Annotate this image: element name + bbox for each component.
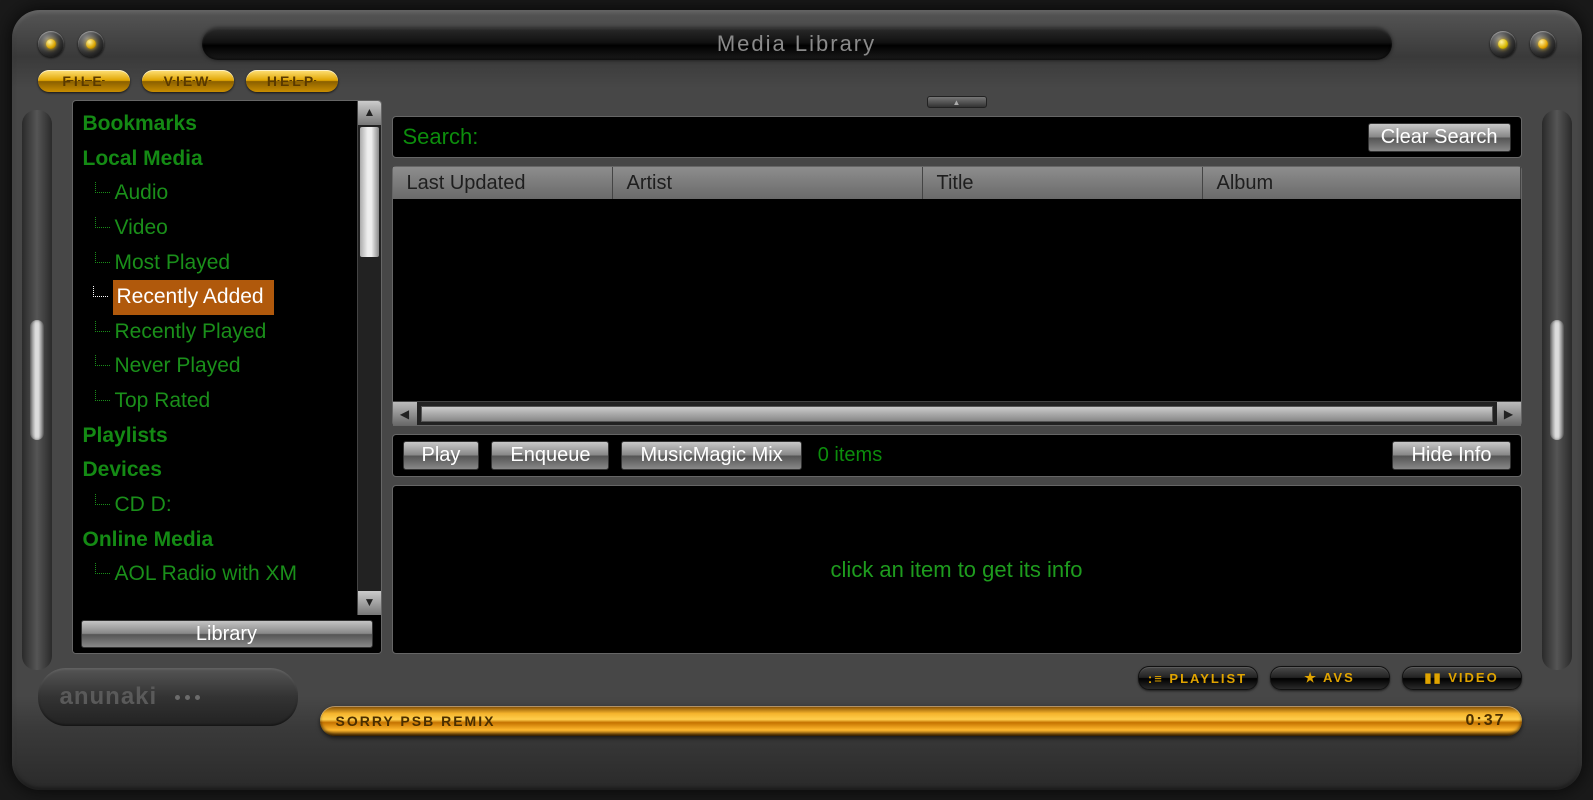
search-input[interactable] [488,117,1357,157]
tree-local-media[interactable]: Local Media [77,142,377,177]
right-grip [1542,110,1572,670]
search-panel: Search: Clear Search [392,116,1522,158]
media-library-window: Media Library FILE VIEW HELP Bookmarks L… [12,10,1582,790]
brand-lozenge: anunaki [38,668,298,726]
hscroll-track[interactable] [421,406,1493,422]
nav-tree: Bookmarks Local Media Audio Video Most P… [73,101,381,615]
col-title[interactable]: Title [923,167,1203,199]
action-row: Play Enqueue MusicMagic Mix 0 items Hide… [392,434,1522,477]
hscroll-left-icon[interactable]: ◀ [393,402,417,426]
info-panel: click an item to get its info [392,485,1522,654]
info-hint: click an item to get its info [831,557,1083,583]
titlebar-button-2[interactable] [78,31,104,57]
brand-label: anunaki [60,683,158,711]
tree-audio[interactable]: Audio [77,176,377,211]
search-label: Search: [403,124,479,150]
window-title: Media Library [717,31,876,57]
tree-recently-added[interactable]: Recently Added [113,280,274,315]
clear-search-button[interactable]: Clear Search [1368,123,1511,152]
menu-view[interactable]: VIEW [142,70,234,92]
now-playing-title: SORRY PSB REMIX [336,713,496,729]
col-last-updated[interactable]: Last Updated [393,167,613,199]
minimize-button[interactable] [1490,31,1516,57]
scroll-down-icon[interactable]: ▼ [358,591,381,615]
col-album[interactable]: Album [1203,167,1521,199]
titlebar: Media Library [30,22,1564,66]
hide-info-button[interactable]: Hide Info [1392,441,1510,470]
tree-bookmarks[interactable]: Bookmarks [77,107,377,142]
window-title-pill: Media Library [202,28,1392,60]
titlebar-button-1[interactable] [38,31,64,57]
item-count: 0 items [818,444,882,467]
scroll-up-icon[interactable]: ▲ [358,101,381,125]
playlist-tab[interactable]: :≡ PLAYLIST [1138,666,1258,690]
horizontal-scrollbar[interactable]: ◀ ▶ [393,401,1521,425]
tree-scrollbar[interactable]: ▲ ▼ [357,101,381,615]
close-button[interactable] [1530,31,1556,57]
tree-online-media[interactable]: Online Media [77,523,377,558]
tree-top-rated[interactable]: Top Rated [77,384,377,419]
menu-help[interactable]: HELP [246,70,338,92]
enqueue-button[interactable]: Enqueue [491,441,609,470]
sidebar: Bookmarks Local Media Audio Video Most P… [72,100,382,654]
tree-video[interactable]: Video [77,211,377,246]
indicator-dots-icon [175,695,200,700]
musicmagic-button[interactable]: MusicMagic Mix [621,441,801,470]
tree-cd-d[interactable]: CD D: [77,488,377,523]
left-grip [22,110,52,670]
column-headers: Last Updated Artist Title Album [393,167,1521,199]
table-body [393,199,1521,401]
tree-playlists[interactable]: Playlists [77,419,377,454]
results-table: Last Updated Artist Title Album ◀ ▶ [392,166,1522,426]
collapse-toggle[interactable]: ▲ [927,96,987,108]
tree-devices[interactable]: Devices [77,453,377,488]
tree-never-played[interactable]: Never Played [77,349,377,384]
hscroll-right-icon[interactable]: ▶ [1497,402,1521,426]
content-area: ▲ Search: Clear Search Last Updated Arti… [392,100,1522,654]
video-tab[interactable]: ▮▮ VIDEO [1402,666,1522,690]
elapsed-time: 0:37 [1465,712,1505,730]
menu-file[interactable]: FILE [38,70,130,92]
footer: anunaki :≡ PLAYLIST ★ AVS ▮▮ VIDEO SORRY… [30,664,1564,760]
menubar: FILE VIEW HELP [30,66,1564,100]
library-button[interactable]: Library [81,620,373,648]
play-button[interactable]: Play [403,441,480,470]
tree-aol-radio[interactable]: AOL Radio with XM [77,557,377,592]
scroll-thumb[interactable] [360,127,379,257]
col-artist[interactable]: Artist [613,167,923,199]
avs-tab[interactable]: ★ AVS [1270,666,1390,690]
seek-bar[interactable]: SORRY PSB REMIX 0:37 [320,706,1522,736]
tree-recently-played[interactable]: Recently Played [77,315,377,350]
tree-most-played[interactable]: Most Played [77,246,377,281]
